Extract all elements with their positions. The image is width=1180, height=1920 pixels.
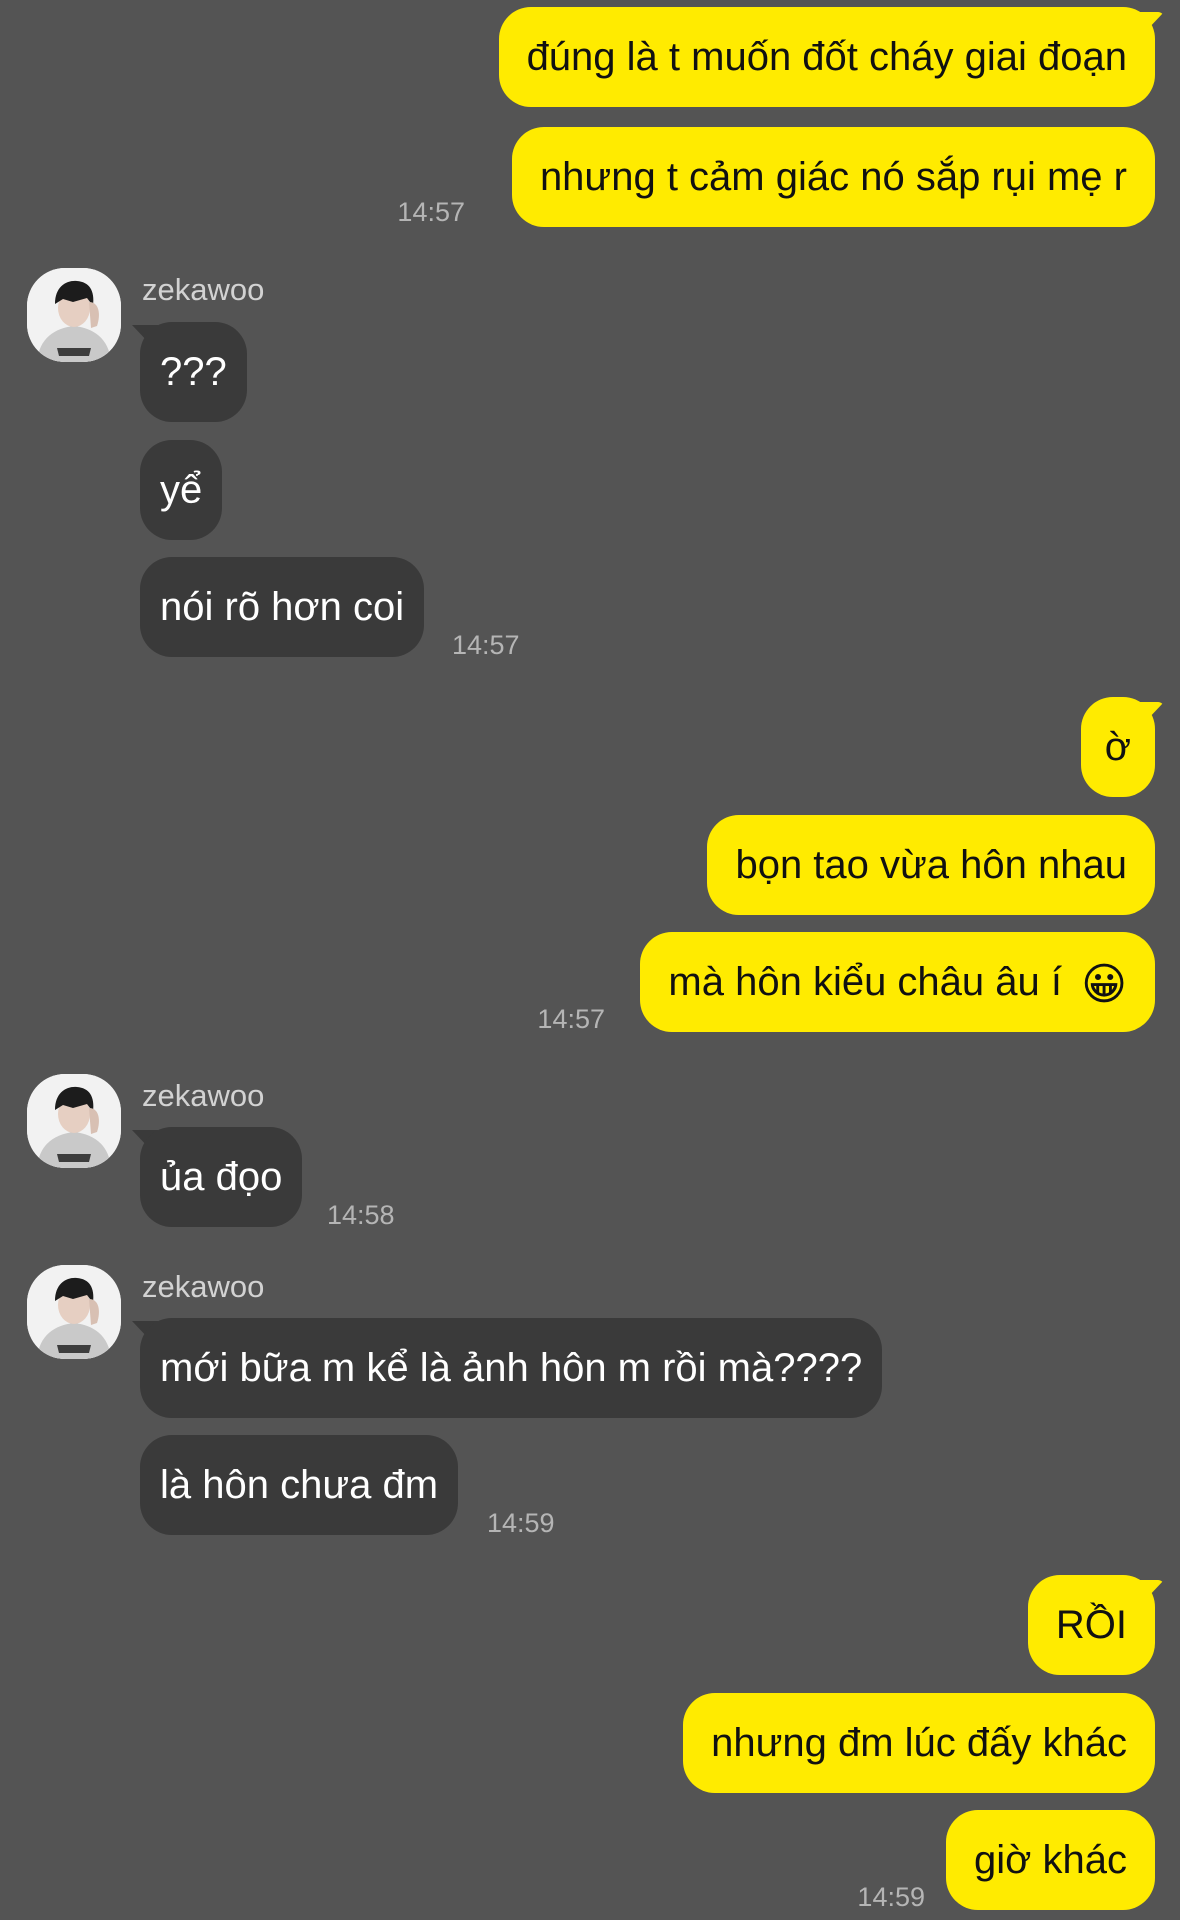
incoming-message[interactable]: nói rõ hơn coi xyxy=(140,557,425,657)
sender-name: zekawoo xyxy=(142,1269,265,1304)
outgoing-message[interactable]: ờ xyxy=(1080,697,1155,797)
message-text: ??? xyxy=(160,350,227,394)
message-text: giờ khác xyxy=(974,1838,1127,1882)
contact-avatar[interactable] xyxy=(27,1074,121,1168)
incoming-message[interactable]: ủa đọo xyxy=(140,1127,303,1227)
outgoing-message[interactable]: bọn tao vừa hôn nhau xyxy=(707,815,1155,915)
grinning-face-emoji-icon: 😀 xyxy=(1081,960,1127,1009)
contact-avatar[interactable] xyxy=(27,1265,121,1359)
message-text: ờ xyxy=(1104,725,1131,769)
message-text: nói rõ hơn coi xyxy=(160,585,405,629)
message-text: ủa đọo xyxy=(160,1155,283,1199)
message-timestamp: 14:57 xyxy=(452,630,520,660)
incoming-message[interactable]: mới bữa m kể là ảnh hôn m rồi mà???? xyxy=(140,1318,883,1418)
outgoing-message[interactable]: nhưng đm lúc đấy khác xyxy=(683,1693,1155,1793)
sender-name: zekawoo xyxy=(142,272,265,307)
sender-name: zekawoo xyxy=(142,1078,265,1113)
outgoing-message[interactable]: đúng là t muốn đốt cháy giai đoạn xyxy=(498,7,1155,107)
message-timestamp: 14:59 xyxy=(487,1508,555,1538)
outgoing-message[interactable]: RỒI xyxy=(1027,1575,1155,1675)
avatar-photo-icon xyxy=(27,1265,121,1359)
avatar-photo-icon xyxy=(27,1074,121,1168)
message-text: yể xyxy=(160,468,203,512)
incoming-message[interactable]: ??? xyxy=(140,322,247,422)
contact-avatar[interactable] xyxy=(27,268,121,362)
incoming-message[interactable]: yể xyxy=(140,440,223,540)
incoming-message[interactable]: là hôn chưa đm xyxy=(140,1435,459,1535)
message-text: bọn tao vừa hôn nhau xyxy=(735,843,1127,887)
message-text: mà hôn kiểu châu âu í xyxy=(668,960,1062,1004)
message-text: mới bữa m kể là ảnh hôn m rồi mà???? xyxy=(160,1346,863,1390)
message-text: RỒI xyxy=(1055,1603,1127,1647)
avatar-photo-icon xyxy=(27,268,121,362)
message-text: là hôn chưa đm xyxy=(160,1463,439,1507)
message-timestamp: 14:59 xyxy=(857,1882,925,1912)
message-text: nhưng t cảm giác nó sắp rụi mẹ r xyxy=(539,155,1127,199)
outgoing-message[interactable]: nhưng t cảm giác nó sắp rụi mẹ r xyxy=(511,127,1155,227)
message-timestamp: 14:57 xyxy=(397,197,465,227)
outgoing-message[interactable]: mà hôn kiểu châu âu í 😀 xyxy=(640,932,1155,1032)
message-timestamp: 14:57 xyxy=(537,1004,605,1034)
message-text: nhưng đm lúc đấy khác xyxy=(711,1721,1127,1765)
message-timestamp: 14:58 xyxy=(327,1200,395,1230)
message-text: đúng là t muốn đốt cháy giai đoạn xyxy=(526,35,1127,79)
outgoing-message[interactable]: giờ khác xyxy=(946,1810,1155,1910)
